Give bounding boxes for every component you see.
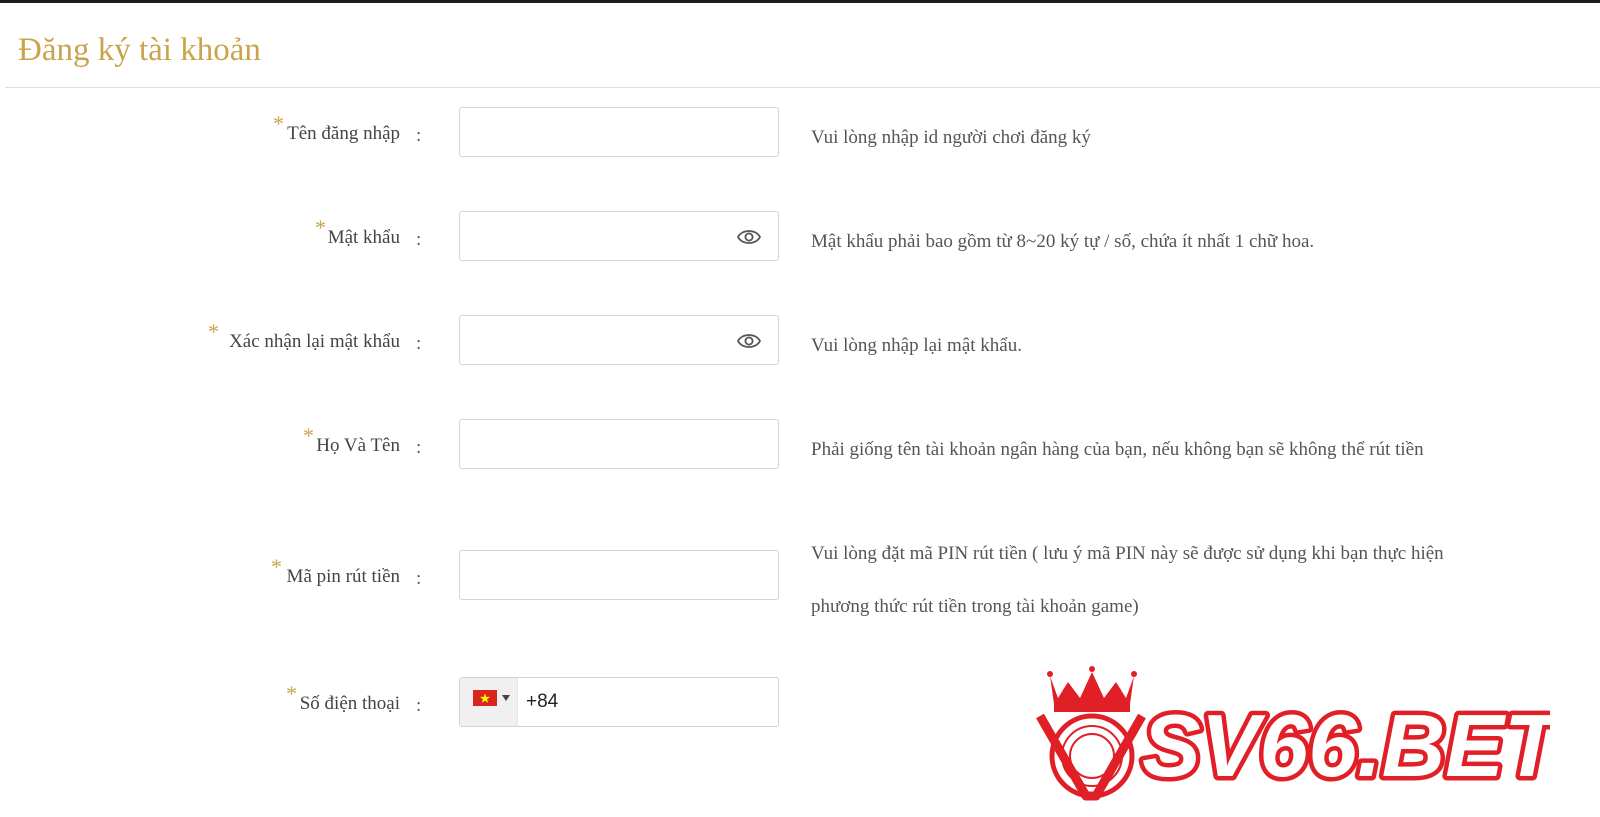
label-colon: :: [416, 333, 422, 354]
full-name-input-box[interactable]: [459, 419, 779, 469]
eye-icon[interactable]: [736, 330, 762, 352]
required-star: *: [303, 423, 314, 448]
required-star: *: [208, 319, 219, 344]
required-star: *: [273, 111, 284, 136]
required-star: *: [286, 681, 297, 706]
pin-label: Mã pin rút tiền: [286, 566, 400, 587]
required-star: *: [271, 554, 282, 579]
vietnam-flag-icon: [473, 690, 497, 706]
label-colon: :: [416, 695, 422, 716]
confirm-password-input-box[interactable]: [459, 315, 779, 365]
eye-icon[interactable]: [736, 226, 762, 248]
monogram-emblem-icon: [1036, 713, 1146, 801]
password-input[interactable]: [460, 212, 744, 260]
username-hint: Vui lòng nhập id người chơi đăng ký: [811, 127, 1091, 148]
username-input-box[interactable]: [459, 107, 779, 157]
crown-icon: [1047, 666, 1137, 712]
label-colon: :: [416, 568, 422, 589]
label-colon: :: [416, 125, 422, 146]
password-hint: Mật khẩu phải bao gồm từ 8~20 ký tự / số…: [811, 231, 1315, 252]
brand-name-fill: SV66.BET: [1142, 696, 1550, 795]
label-colon: :: [416, 437, 422, 458]
phone-input[interactable]: +84: [526, 691, 558, 713]
top-bar: [0, 0, 1600, 3]
pin-input-box[interactable]: [459, 550, 779, 600]
phone-input-box[interactable]: +84: [459, 677, 779, 727]
username-input[interactable]: [460, 108, 744, 156]
required-star: *: [315, 215, 326, 240]
title-divider: [5, 87, 1600, 88]
pin-hint-line-2: phương thức rút tiền trong tài khoản gam…: [811, 596, 1139, 617]
password-input-box[interactable]: [459, 211, 779, 261]
full-name-label: Họ Và Tên: [316, 435, 400, 456]
label-colon: :: [416, 229, 422, 250]
sv66-logo: SV66.BET SV66.BET: [1036, 666, 1550, 801]
phone-label: Số điện thoại: [299, 693, 400, 714]
page-title: Đăng ký tài khoản: [18, 32, 261, 68]
caret-down-icon: [502, 695, 510, 701]
pin-input[interactable]: [460, 551, 744, 599]
pin-hint-line-1: Vui lòng đặt mã PIN rút tiền ( lưu ý mã …: [811, 543, 1444, 564]
confirm-password-label: Xác nhận lại mật khẩu: [229, 331, 400, 352]
full-name-hint: Phải giống tên tài khoản ngân hàng của b…: [811, 439, 1424, 460]
confirm-password-input[interactable]: [460, 316, 744, 364]
password-label: Mật khẩu: [327, 227, 400, 248]
full-name-input[interactable]: [460, 420, 744, 468]
country-selector[interactable]: [460, 678, 518, 726]
username-label: Tên đăng nhập: [287, 123, 400, 144]
confirm-password-hint: Vui lòng nhập lại mật khẩu.: [811, 335, 1022, 356]
